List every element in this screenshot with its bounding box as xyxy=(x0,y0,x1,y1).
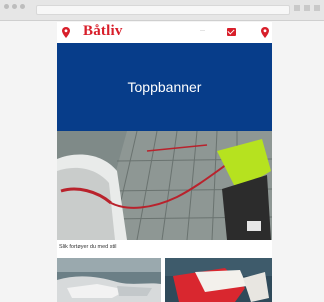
address-bar[interactable] xyxy=(36,5,290,15)
hero-image[interactable] xyxy=(57,131,272,240)
window-controls[interactable] xyxy=(4,4,25,9)
article-thumbnail[interactable] xyxy=(165,258,272,302)
article-title[interactable]: Slik fortøyer du med stil xyxy=(59,244,116,250)
toolbar-button[interactable] xyxy=(304,5,310,11)
top-banner-ad[interactable]: Toppbanner xyxy=(57,43,272,131)
web-page: Båtliv — Toppbanner Slik fortøyer du med… xyxy=(57,22,272,302)
toolbar-button[interactable] xyxy=(294,5,300,11)
location-pin-icon[interactable] xyxy=(62,27,70,38)
location-pin-icon[interactable] xyxy=(261,27,269,38)
site-header: Båtliv — xyxy=(57,22,272,42)
browser-toolbar xyxy=(0,0,324,21)
site-logo[interactable]: Båtliv xyxy=(83,23,123,40)
mail-icon[interactable] xyxy=(227,28,236,36)
header-link[interactable]: — xyxy=(200,28,205,34)
banner-label: Toppbanner xyxy=(127,79,202,95)
toolbar-button[interactable] xyxy=(314,5,320,11)
article-thumbnail[interactable] xyxy=(57,258,161,302)
